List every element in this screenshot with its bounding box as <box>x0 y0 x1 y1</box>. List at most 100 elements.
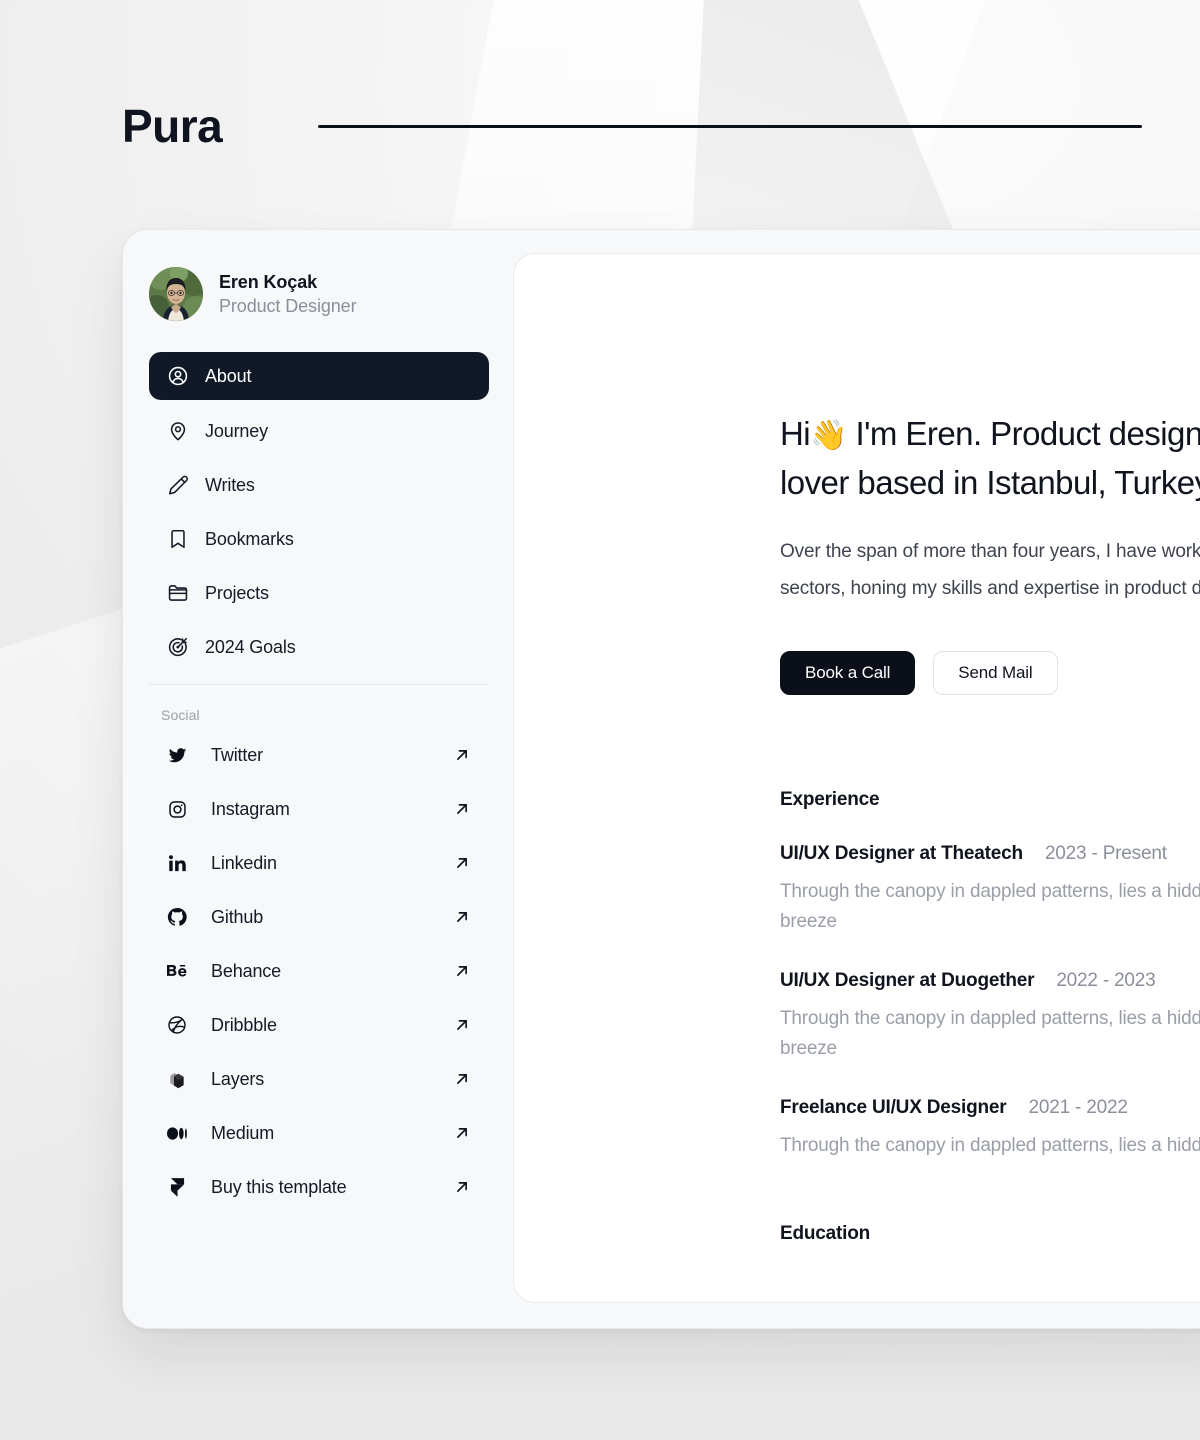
experience-item-title: Freelance UI/UX Designer <box>780 1096 1007 1118</box>
social-link-label: Twitter <box>211 744 263 765</box>
sidebar-item-label: Projects <box>205 582 269 603</box>
pencil-icon <box>167 474 189 496</box>
experience-item-head: UI/UX Designer at Duogether 2022 - 2023 <box>780 970 1200 992</box>
arrow-up-right-icon <box>453 908 471 926</box>
profile-role: Product Designer <box>219 295 357 316</box>
social-link-layers[interactable]: Layers <box>149 1057 489 1101</box>
behance-icon <box>167 961 187 981</box>
social-section-heading: Social <box>161 707 200 723</box>
experience-desc-line-1: Through the canopy in dappled patterns, … <box>780 881 1200 903</box>
social-link-label: Layers <box>211 1068 265 1089</box>
send-mail-button[interactable]: Send Mail <box>933 651 1058 696</box>
instagram-icon <box>167 799 187 819</box>
social-link-label: Linkedin <box>211 852 277 873</box>
arrow-up-right-icon <box>453 1070 471 1088</box>
sidebar-item-label: Journey <box>205 420 268 441</box>
experience-item-description: Through the canopy in dappled patterns, … <box>780 877 1200 938</box>
experience-item-date: 2022 - 2023 <box>1056 969 1156 991</box>
experience-item: UI/UX Designer at Duogether 2022 - 2023 … <box>780 970 1200 1065</box>
sidebar-item-projects[interactable]: Projects <box>149 570 489 616</box>
experience-item-title: UI/UX Designer at Theatech <box>780 843 1023 865</box>
brand-wordmark: Pura <box>122 100 223 152</box>
social-link-twitter[interactable]: Twitter <box>149 733 489 777</box>
sidebar-item-label: 2024 Goals <box>205 636 296 657</box>
map-pin-icon <box>167 420 189 442</box>
social-link-label: Medium <box>211 1122 275 1143</box>
experience-item: Freelance UI/UX Designer 2021 - 2022 Thr… <box>780 1097 1200 1161</box>
arrow-up-right-icon <box>453 1124 471 1142</box>
sidebar-item-bookmarks[interactable]: Bookmarks <box>149 516 489 562</box>
brand-header: Pura <box>122 96 1142 156</box>
intro-line-2: sectors, honing my skills and expertise … <box>780 578 1200 600</box>
sidebar-item-label: Writes <box>205 474 255 495</box>
twitter-icon <box>167 745 187 765</box>
waving-hand-icon: 👋 <box>810 419 847 452</box>
app-card: Eren Koçak Product Designer About Journe… <box>122 229 1200 1329</box>
social-link-label: Behance <box>211 960 282 981</box>
layers-icon <box>167 1069 187 1089</box>
experience-item-title: UI/UX Designer at Duogether <box>780 969 1035 991</box>
arrow-up-right-icon <box>453 1178 471 1196</box>
social-link-instagram[interactable]: Instagram <box>149 787 489 831</box>
experience-heading: Experience <box>780 789 880 811</box>
folder-icon <box>167 582 189 604</box>
headline-line-2: lover based in Istanbul, Turkey. <box>780 463 1200 501</box>
cta-row: Book a Call Send Mail <box>780 651 1200 696</box>
experience-item-description: Through the canopy in dappled patterns, … <box>780 1131 1200 1161</box>
user-circle-icon <box>167 365 189 387</box>
headline-text-pre: Hi <box>780 415 811 452</box>
arrow-up-right-icon <box>453 854 471 872</box>
intro-paragraph: Over the span of more than four years, I… <box>780 533 1200 607</box>
experience-item-description: Through the canopy in dappled patterns, … <box>780 1004 1200 1065</box>
brand-rule-divider <box>318 124 1142 128</box>
experience-desc-line-1: Through the canopy in dappled patterns, … <box>780 1134 1200 1156</box>
social-link-dribbble[interactable]: Dribbble <box>149 1003 489 1047</box>
experience-item-head: UI/UX Designer at Theatech 2023 - Presen… <box>780 843 1200 865</box>
linkedin-icon <box>167 853 187 873</box>
avatar <box>149 267 203 321</box>
experience-item: UI/UX Designer at Theatech 2023 - Presen… <box>780 843 1200 938</box>
page-headline: Hi👋 I'm Eren. Product designer & cat lov… <box>780 410 1200 507</box>
github-icon <box>167 907 187 927</box>
arrow-up-right-icon <box>453 800 471 818</box>
target-icon <box>167 636 189 658</box>
intro-line-1: Over the span of more than four years, I… <box>780 541 1200 562</box>
framer-icon <box>167 1177 187 1197</box>
sidebar-item-2024-goals[interactable]: 2024 Goals <box>149 624 489 670</box>
experience-desc-line-1: Through the canopy in dappled patterns, … <box>780 1007 1200 1029</box>
main-content-panel: Hi👋 I'm Eren. Product designer & cat lov… <box>513 253 1200 1303</box>
book-a-call-button[interactable]: Book a Call <box>780 651 916 696</box>
social-link-medium[interactable]: Medium <box>149 1111 489 1155</box>
main-content-inner: Hi👋 I'm Eren. Product designer & cat lov… <box>514 254 1200 1245</box>
arrow-up-right-icon <box>453 746 471 764</box>
profile-name: Eren Koçak <box>219 271 318 292</box>
profile-text: Eren Koçak Product Designer <box>219 271 357 316</box>
experience-desc-line-2: breeze <box>780 911 837 933</box>
sidebar-item-label: About <box>205 365 252 386</box>
experience-item-head: Freelance UI/UX Designer 2021 - 2022 <box>780 1097 1200 1119</box>
social-link-linkedin[interactable]: Linkedin <box>149 841 489 885</box>
arrow-up-right-icon <box>453 1016 471 1034</box>
primary-nav: About Journey Writes Bookmarks Projects … <box>149 352 489 670</box>
sidebar-item-label: Bookmarks <box>205 528 294 549</box>
social-link-label: Github <box>211 906 264 927</box>
experience-desc-line-2: breeze <box>780 1038 837 1060</box>
arrow-up-right-icon <box>453 962 471 980</box>
experience-item-date: 2023 - Present <box>1044 843 1167 865</box>
profile-header: Eren Koçak Product Designer <box>149 256 489 330</box>
sidebar: Eren Koçak Product Designer About Journe… <box>123 230 513 1328</box>
medium-icon <box>167 1123 187 1143</box>
sidebar-item-journey[interactable]: Journey <box>149 408 489 454</box>
social-link-label: Buy this template <box>211 1176 347 1197</box>
headline-text-post: I'm Eren. Product designer & cat <box>855 415 1200 452</box>
dribbble-icon <box>167 1015 187 1035</box>
experience-item-date: 2021 - 2022 <box>1028 1096 1128 1118</box>
sidebar-item-about[interactable]: About <box>149 352 489 400</box>
social-link-label: Dribbble <box>211 1014 277 1035</box>
bookmark-icon <box>167 528 189 550</box>
social-link-behance[interactable]: Behance <box>149 949 489 993</box>
social-link-github[interactable]: Github <box>149 895 489 939</box>
social-link-buy-this-template[interactable]: Buy this template <box>149 1165 489 1209</box>
education-heading: Education <box>780 1223 871 1245</box>
sidebar-item-writes[interactable]: Writes <box>149 462 489 508</box>
